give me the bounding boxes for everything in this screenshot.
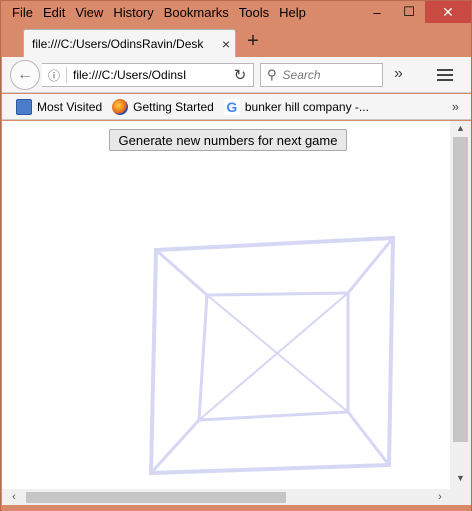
browser-window: File Edit View History Bookmarks Tools H… [0, 0, 472, 511]
new-tab-button[interactable]: + [241, 29, 265, 55]
menu-edit[interactable]: Edit [38, 4, 70, 22]
scroll-left-icon[interactable]: ‹ [6, 489, 22, 505]
window-bottom-border [2, 505, 471, 511]
bookmark-label: Most Visited [37, 99, 103, 114]
window-controls: – ☐ ✕ [361, 1, 471, 23]
outer-quad [148, 235, 396, 476]
close-window-button[interactable]: ✕ [425, 1, 471, 23]
info-icon[interactable]: ⓘ [42, 67, 66, 84]
menu-bookmarks[interactable]: Bookmarks [159, 4, 234, 22]
scroll-down-icon[interactable]: ▼ [450, 473, 471, 489]
corner-line-bottom-right [346, 410, 391, 467]
corner-line-top-right [346, 236, 395, 295]
scrollbar-corner [450, 489, 471, 505]
corner-line-top-left [154, 248, 209, 297]
menu-tools[interactable]: Tools [234, 4, 274, 22]
corner-line-bottom-left [149, 418, 201, 475]
search-bar[interactable]: ⚲ Search [260, 63, 383, 87]
url-input[interactable]: file:///C:/Users/OdinsI [73, 68, 227, 82]
firefox-icon [112, 98, 129, 115]
horizontal-scroll-thumb[interactable] [26, 492, 286, 503]
back-button[interactable]: ← [10, 60, 40, 90]
vertical-scroll-thumb[interactable] [453, 137, 468, 442]
tab-strip: file:///C:/Users/OdinsRavin/Desk × + [1, 25, 471, 57]
bookmarks-overflow-icon[interactable]: » [452, 99, 459, 114]
menu-view[interactable]: View [70, 4, 108, 22]
search-input[interactable]: Search [283, 68, 321, 82]
bookmark-label: Getting Started [133, 99, 214, 114]
bookmark-most-visited[interactable]: Most Visited [16, 98, 103, 115]
hamburger-menu-icon[interactable] [432, 63, 458, 87]
menu-bar: File Edit View History Bookmarks Tools H… [7, 3, 311, 23]
toolbar-overflow-icon[interactable]: » [394, 65, 403, 83]
maximize-button[interactable]: ☐ [393, 1, 425, 23]
url-bar[interactable]: ⓘ file:///C:/Users/OdinsI ↻ [42, 63, 254, 87]
bookmarks-bar: Most Visited Getting Started G bunker hi… [2, 94, 471, 120]
diagonal-line-2 [198, 292, 349, 421]
line-drawing [148, 235, 396, 476]
menu-history[interactable]: History [108, 4, 158, 22]
vertical-scrollbar[interactable]: ▲ ▼ [450, 121, 471, 489]
google-icon: G [223, 98, 240, 115]
menu-file[interactable]: File [7, 4, 38, 22]
tab-active[interactable]: file:///C:/Users/OdinsRavin/Desk × [23, 29, 236, 57]
reload-icon[interactable]: ↻ [227, 66, 253, 84]
most-visited-icon [16, 98, 32, 115]
generate-numbers-button[interactable]: Generate new numbers for next game [109, 129, 347, 151]
horizontal-scrollbar[interactable]: ‹ › [2, 489, 450, 505]
scroll-right-icon[interactable]: › [432, 489, 448, 505]
bookmark-getting-started[interactable]: Getting Started [112, 98, 214, 115]
back-arrow-icon: ← [17, 66, 33, 83]
bookmark-bunker-hill[interactable]: G bunker hill company -... [223, 98, 369, 115]
minimize-button[interactable]: – [361, 1, 393, 23]
page-content: Generate new numbers for next game [2, 121, 450, 489]
tab-close-icon[interactable]: × [217, 36, 235, 52]
tab-title: file:///C:/Users/OdinsRavin/Desk [32, 36, 204, 51]
menu-help[interactable]: Help [274, 4, 311, 22]
url-separator [66, 67, 67, 83]
navigation-bar: ← ⓘ file:///C:/Users/OdinsI ↻ ⚲ Search » [2, 57, 471, 93]
search-icon: ⚲ [267, 67, 277, 82]
bookmark-label: bunker hill company -... [244, 99, 369, 114]
